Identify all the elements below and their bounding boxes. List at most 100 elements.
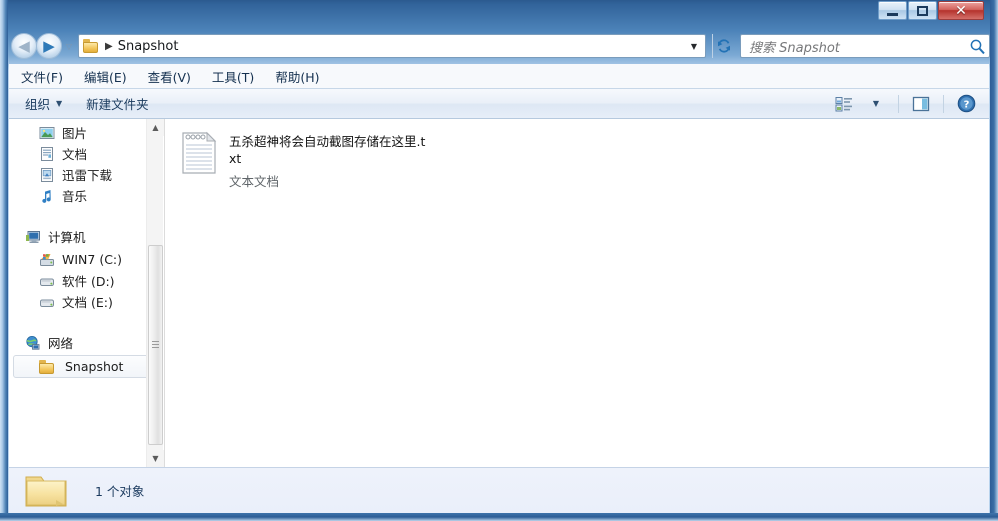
- file-item[interactable]: 五杀超神将会自动截图存储在这里.txt 文本文档: [177, 127, 507, 194]
- address-bar-row: ◀ ▶ ▽ ▶ Snapshot ▼ 搜索 Snapshot: [8, 30, 990, 62]
- maximize-icon: [917, 5, 928, 16]
- sidebar-group-network[interactable]: 网络: [9, 330, 164, 355]
- search-icon[interactable]: [969, 38, 986, 55]
- scroll-down-button[interactable]: ▼: [147, 450, 164, 467]
- folder-icon: [83, 39, 100, 53]
- sidebar-item-label: 文档 (E:): [62, 295, 113, 310]
- sidebar-item-pictures[interactable]: 图片: [9, 122, 164, 143]
- sidebar-item-drive-d[interactable]: 软件 (D:): [9, 270, 164, 291]
- pictures-icon: [39, 126, 55, 139]
- sidebar-item-label: Snapshot: [65, 359, 124, 374]
- computer-icon: [26, 230, 40, 243]
- back-button[interactable]: ◀: [11, 33, 37, 59]
- breadcrumb[interactable]: ▶ Snapshot ▼: [78, 34, 706, 58]
- sidebar-item-label: WIN7 (C:): [62, 252, 123, 267]
- search-box[interactable]: 搜索 Snapshot: [740, 34, 990, 58]
- window-frame-bottom: [0, 513, 998, 521]
- command-bar-right-group: ▼ ?: [829, 92, 989, 116]
- navigation-buttons: ◀ ▶ ▽: [11, 33, 76, 59]
- sidebar-item-drive-c[interactable]: WIN7 (C:): [9, 249, 164, 270]
- title-bar: ✕: [0, 0, 998, 28]
- sidebar-item-music[interactable]: 音乐: [9, 185, 164, 206]
- scrollbar-thumb[interactable]: [148, 245, 163, 445]
- preview-pane-button[interactable]: [906, 92, 936, 116]
- sidebar-group-label: 计算机: [48, 230, 86, 245]
- content-area: 图片 文档 迅雷下载 音乐 计算机 WIN7 (C:) 软件 (D:) 文档 (…: [9, 119, 989, 467]
- menu-item-view[interactable]: 查看(V): [139, 64, 200, 89]
- hard-drive-icon: [40, 299, 54, 307]
- status-bar: 1 个对象: [9, 467, 989, 513]
- sidebar-item-label: 图片: [62, 126, 88, 141]
- explorer-window: ✕ ◀ ▶ ▽ ▶ Snapshot ▼ 搜索 Snapshot 文件(F) 编…: [0, 0, 998, 521]
- menu-item-edit[interactable]: 编辑(E): [75, 64, 136, 89]
- command-bar: 组织 ▼ 新建文件夹 ▼ ?: [9, 88, 989, 119]
- navigation-pane: 图片 文档 迅雷下载 音乐 计算机 WIN7 (C:) 软件 (D:) 文档 (…: [9, 119, 165, 467]
- help-icon: ?: [957, 94, 975, 113]
- file-name-label: 五杀超神将会自动截图存储在这里.txt: [229, 134, 426, 166]
- recent-locations-button[interactable]: ▽: [62, 33, 76, 59]
- minimize-button[interactable]: [878, 1, 907, 20]
- file-type-label: 文本文档: [229, 174, 280, 189]
- refresh-button[interactable]: [712, 34, 735, 58]
- chevron-down-icon: ▽: [65, 41, 73, 51]
- window-controls: ✕: [877, 1, 984, 20]
- documents-icon: [41, 146, 53, 161]
- close-icon: ✕: [955, 2, 967, 19]
- chevron-down-icon: ▼: [56, 99, 63, 108]
- network-icon: [26, 335, 40, 350]
- sidebar-item-documents[interactable]: 文档: [9, 143, 164, 164]
- music-icon: [42, 189, 51, 203]
- sidebar-scrollbar[interactable]: ▲ ▼: [146, 119, 164, 467]
- toolbar-divider: [898, 94, 899, 113]
- chevron-down-icon: ▼: [690, 41, 698, 51]
- view-mode-button[interactable]: [829, 92, 859, 116]
- text-file-icon: [182, 131, 217, 174]
- minimize-icon: [887, 12, 898, 16]
- maximize-button[interactable]: [908, 1, 937, 20]
- sidebar-item-label: 音乐: [62, 189, 88, 204]
- menu-item-file[interactable]: 文件(F): [12, 64, 72, 89]
- new-folder-button[interactable]: 新建文件夹: [78, 90, 157, 117]
- svg-text:?: ?: [963, 100, 969, 111]
- toolbar-divider: [943, 94, 944, 113]
- window-frame-right: [990, 0, 998, 521]
- sidebar-item-snapshot[interactable]: Snapshot: [13, 355, 158, 378]
- organize-label: 组织: [25, 97, 51, 112]
- sidebar-item-label: 迅雷下载: [62, 168, 113, 183]
- close-button[interactable]: ✕: [938, 1, 984, 20]
- folder-icon: [39, 359, 56, 374]
- menu-bar: 文件(F) 编辑(E) 查看(V) 工具(T) 帮助(H): [9, 64, 989, 88]
- view-list-icon: [835, 96, 852, 111]
- sidebar-item-label: 文档: [62, 147, 88, 162]
- preview-pane-icon: [912, 96, 930, 111]
- forward-arrow-icon: ▶: [43, 36, 55, 55]
- view-mode-dropdown-button[interactable]: ▼: [861, 92, 891, 116]
- scroll-up-button[interactable]: ▲: [147, 119, 164, 136]
- hard-drive-windows-icon: [40, 253, 54, 266]
- file-list-pane[interactable]: 五杀超神将会自动截图存储在这里.txt 文本文档: [165, 119, 989, 467]
- help-button[interactable]: ?: [951, 92, 981, 116]
- menu-item-tools[interactable]: 工具(T): [203, 64, 263, 89]
- chevron-down-icon: ▼: [152, 454, 159, 463]
- breadcrumb-separator-icon: ▶: [105, 40, 113, 52]
- status-object-count: 1 个对象: [95, 484, 145, 499]
- window-frame-left: [0, 0, 8, 521]
- hard-drive-icon: [40, 278, 54, 286]
- folder-icon: [25, 476, 67, 506]
- sidebar-item-drive-e[interactable]: 文档 (E:): [9, 291, 164, 312]
- search-input[interactable]: 搜索 Snapshot: [749, 37, 969, 56]
- organize-button[interactable]: 组织 ▼: [17, 90, 70, 117]
- sidebar-group-computer[interactable]: 计算机: [9, 224, 164, 249]
- address-dropdown-button[interactable]: ▼: [686, 38, 702, 54]
- sidebar-item-thunder-download[interactable]: 迅雷下载: [9, 164, 164, 185]
- back-arrow-icon: ◀: [18, 36, 30, 55]
- sidebar-group-label: 网络: [48, 336, 74, 351]
- menu-item-help[interactable]: 帮助(H): [266, 64, 328, 89]
- breadcrumb-path-label[interactable]: Snapshot: [118, 39, 179, 54]
- file-item-info: 五杀超神将会自动截图存储在这里.txt 文本文档: [229, 131, 429, 190]
- refresh-icon: [718, 39, 730, 53]
- scrollbar-grip-icon: [152, 341, 159, 349]
- forward-button[interactable]: ▶: [36, 33, 62, 59]
